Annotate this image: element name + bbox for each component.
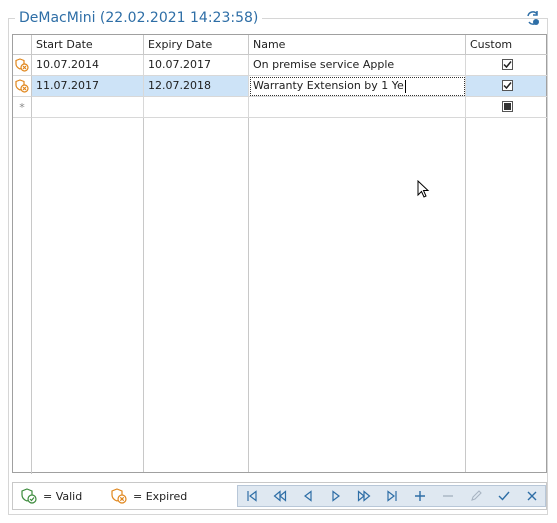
custom-cell[interactable]	[466, 76, 547, 97]
expired-warranty-icon	[111, 488, 127, 504]
legend-expired: = Expired	[111, 488, 187, 504]
text-caret	[404, 79, 406, 93]
delete-icon	[443, 495, 453, 497]
next-icon	[332, 490, 340, 502]
end-edit-icon	[498, 491, 510, 501]
row-indicator[interactable]	[13, 55, 32, 76]
table-row[interactable]: 10.07.2014 10.07.2017 On premise service…	[13, 55, 547, 76]
new-row-indicator[interactable]: *	[13, 97, 32, 118]
first-icon	[247, 490, 257, 502]
group-title: DeMacMini (22.02.2021 14:23:58)	[15, 8, 263, 28]
cancel-edit-button[interactable]	[518, 486, 546, 506]
expired-warranty-icon	[15, 58, 29, 72]
custom-cell[interactable]	[466, 97, 547, 118]
refresh-icon	[527, 11, 539, 25]
next-page-icon	[357, 490, 371, 502]
custom-checkbox[interactable]	[502, 80, 513, 91]
name-cell[interactable]	[249, 97, 466, 118]
legend-valid-label: = Valid	[43, 489, 83, 503]
new-row-marker-icon: *	[19, 100, 25, 114]
row-indicator[interactable]	[13, 76, 32, 97]
append-icon	[415, 491, 425, 501]
data-navigator	[237, 485, 546, 507]
prev-page-button[interactable]	[266, 486, 294, 506]
expiry-date-cell[interactable]: 10.07.2017	[144, 55, 249, 76]
start-date-cell[interactable]	[32, 97, 144, 118]
checkmark-icon	[503, 61, 512, 69]
valid-warranty-icon	[21, 488, 37, 504]
prev-icon	[304, 490, 312, 502]
grid-header: Start Date Expiry Date Name Custom	[13, 35, 547, 55]
end-edit-button[interactable]	[490, 486, 518, 506]
expiry-date-cell[interactable]	[144, 97, 249, 118]
name-editor-text: Warranty Extension by 1 Ye	[253, 79, 404, 92]
cancel-edit-icon	[527, 491, 537, 501]
delete-record-button[interactable]	[434, 486, 462, 506]
append-record-button[interactable]	[406, 486, 434, 506]
custom-cell[interactable]	[466, 55, 547, 76]
start-date-cell[interactable]: 11.07.2017	[32, 76, 144, 97]
last-record-button[interactable]	[378, 486, 406, 506]
next-record-button[interactable]	[322, 486, 350, 506]
footer-bar: = Valid = Expired	[12, 482, 547, 510]
mouse-pointer-icon	[417, 180, 430, 198]
header-custom[interactable]: Custom	[466, 35, 547, 55]
refresh-button[interactable]	[522, 8, 544, 28]
warranty-grid[interactable]: Start Date Expiry Date Name Custom 10.07…	[12, 34, 547, 474]
custom-checkbox[interactable]	[502, 59, 513, 70]
expiry-date-cell[interactable]: 12.07.2018	[144, 76, 249, 97]
last-icon	[387, 490, 397, 502]
custom-checkbox-indeterminate[interactable]	[502, 101, 513, 112]
start-date-cell[interactable]: 10.07.2014	[32, 55, 144, 76]
name-cell-editor[interactable]: Warranty Extension by 1 Ye	[249, 76, 466, 97]
name-cell[interactable]: On premise service Apple	[249, 55, 466, 76]
header-expiry-date[interactable]: Expiry Date	[144, 35, 249, 55]
header-name[interactable]: Name	[249, 35, 466, 55]
legend-expired-label: = Expired	[133, 489, 188, 503]
table-row-selected[interactable]: 11.07.2017 12.07.2018 Warranty Extension…	[13, 76, 547, 97]
prev-page-icon	[273, 490, 287, 502]
expired-warranty-icon	[15, 79, 29, 93]
header-start-date[interactable]: Start Date	[32, 35, 144, 55]
checkmark-icon	[503, 82, 512, 90]
first-record-button[interactable]	[238, 486, 266, 506]
prev-record-button[interactable]	[294, 486, 322, 506]
edit-record-button[interactable]	[462, 486, 490, 506]
edit-icon	[471, 490, 482, 501]
header-corner	[13, 35, 32, 55]
new-row[interactable]: *	[13, 97, 547, 118]
next-page-button[interactable]	[350, 486, 378, 506]
legend-valid: = Valid	[21, 488, 82, 504]
